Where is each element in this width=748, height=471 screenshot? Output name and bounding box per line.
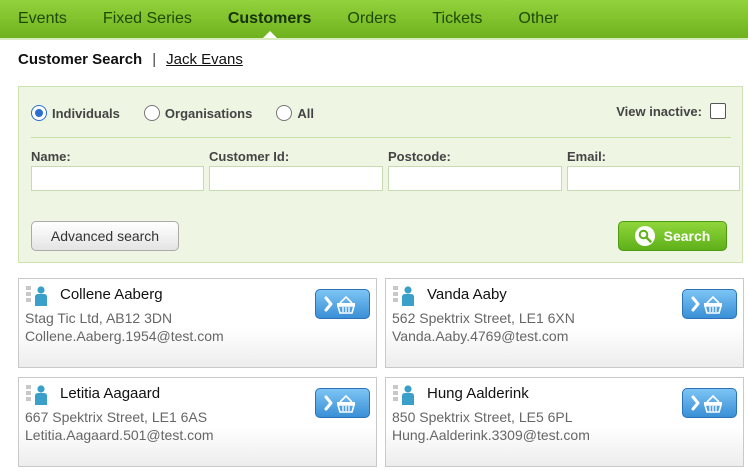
customer-email: Vanda.Aaby.4769@test.com bbox=[392, 328, 569, 344]
customer-card[interactable]: Hung Aalderink 850 Spektrix Street, LE5 … bbox=[385, 377, 744, 467]
nav-tickets[interactable]: Tickets bbox=[414, 0, 500, 38]
email-label: Email: bbox=[567, 149, 607, 164]
customer-name: Letitia Aagaard bbox=[60, 385, 161, 402]
basket-icon bbox=[691, 295, 722, 314]
person-icon bbox=[35, 286, 47, 306]
customer-address: 667 Spektrix Street, LE1 6AS bbox=[25, 409, 208, 425]
person-icon bbox=[402, 286, 414, 306]
top-nav: Events Fixed Series Customers Orders Tic… bbox=[0, 0, 748, 39]
add-to-basket-button[interactable] bbox=[682, 289, 737, 319]
nav-divider bbox=[0, 38, 748, 40]
person-icon bbox=[402, 385, 414, 405]
customer-id-input[interactable] bbox=[209, 166, 383, 191]
radio-all-circle[interactable] bbox=[276, 105, 293, 121]
radio-individuals-circle[interactable] bbox=[31, 105, 47, 121]
add-to-basket-button[interactable] bbox=[682, 388, 737, 418]
breadcrumb-current: Customer Search bbox=[18, 51, 143, 68]
search-button[interactable]: Search bbox=[618, 221, 727, 251]
breadcrumb: Customer Search | Jack Evans bbox=[18, 51, 243, 68]
drag-handle-icon[interactable] bbox=[393, 385, 398, 401]
customer-id-label: Customer Id: bbox=[209, 149, 290, 164]
nav-customers[interactable]: Customers bbox=[210, 0, 330, 39]
customer-address: 850 Spektrix Street, LE5 6PL bbox=[392, 409, 573, 425]
nav-other[interactable]: Other bbox=[500, 0, 576, 38]
customer-card[interactable]: Letitia Aagaard 667 Spektrix Street, LE1… bbox=[18, 377, 377, 467]
email-input[interactable] bbox=[567, 166, 740, 191]
add-to-basket-button[interactable] bbox=[315, 289, 370, 319]
add-to-basket-button[interactable] bbox=[315, 388, 370, 418]
drag-handle-icon[interactable] bbox=[26, 286, 31, 302]
customer-card[interactable]: Collene Aaberg Stag Tic Ltd, AB12 3DN Co… bbox=[18, 278, 377, 368]
name-label: Name: bbox=[31, 149, 71, 164]
radio-all[interactable]: All bbox=[276, 105, 314, 121]
radio-organisations[interactable]: Organisations bbox=[143, 105, 253, 121]
customer-email: Hung.Aalderink.3309@test.com bbox=[392, 427, 590, 443]
advanced-search-button[interactable]: Advanced search bbox=[31, 221, 179, 251]
postcode-input[interactable] bbox=[388, 166, 562, 191]
basket-icon bbox=[324, 394, 355, 413]
radio-organisations-label: Organisations bbox=[164, 105, 253, 121]
customer-name: Hung Aalderink bbox=[427, 385, 529, 402]
nav-fixed-series[interactable]: Fixed Series bbox=[85, 0, 210, 38]
drag-handle-icon[interactable] bbox=[26, 385, 31, 401]
view-inactive-label: View inactive: bbox=[616, 103, 702, 119]
view-inactive: View inactive: bbox=[616, 103, 726, 119]
radio-organisations-circle[interactable] bbox=[143, 105, 160, 121]
panel-divider bbox=[31, 137, 731, 138]
search-panel: Individuals Organisations All View inact… bbox=[18, 86, 743, 263]
radio-all-label: All bbox=[297, 105, 314, 121]
customer-address: 562 Spektrix Street, LE1 6XN bbox=[392, 310, 575, 326]
radio-individuals[interactable]: Individuals bbox=[31, 105, 120, 121]
customer-address: Stag Tic Ltd, AB12 3DN bbox=[25, 310, 173, 326]
postcode-label: Postcode: bbox=[388, 149, 451, 164]
search-icon bbox=[634, 226, 655, 246]
customer-email: Letitia.Aagaard.501@test.com bbox=[25, 427, 214, 443]
breadcrumb-separator: | bbox=[152, 51, 157, 68]
person-icon bbox=[35, 385, 47, 405]
customer-card[interactable]: Vanda Aaby 562 Spektrix Street, LE1 6XN … bbox=[385, 278, 744, 368]
basket-icon bbox=[324, 295, 355, 314]
radio-individuals-label: Individuals bbox=[52, 105, 120, 121]
breadcrumb-user-link[interactable]: Jack Evans bbox=[166, 51, 243, 68]
customer-name: Vanda Aaby bbox=[427, 286, 507, 303]
customer-email: Collene.Aaberg.1954@test.com bbox=[25, 328, 224, 344]
drag-handle-icon[interactable] bbox=[393, 286, 398, 302]
search-button-label: Search bbox=[663, 228, 711, 244]
customer-name: Collene Aaberg bbox=[60, 286, 163, 303]
basket-icon bbox=[691, 394, 722, 413]
view-inactive-checkbox[interactable] bbox=[710, 103, 726, 119]
nav-orders[interactable]: Orders bbox=[329, 0, 414, 38]
customer-type-radios: Individuals Organisations All bbox=[31, 105, 338, 121]
nav-events[interactable]: Events bbox=[0, 0, 85, 38]
name-input[interactable] bbox=[31, 166, 204, 191]
